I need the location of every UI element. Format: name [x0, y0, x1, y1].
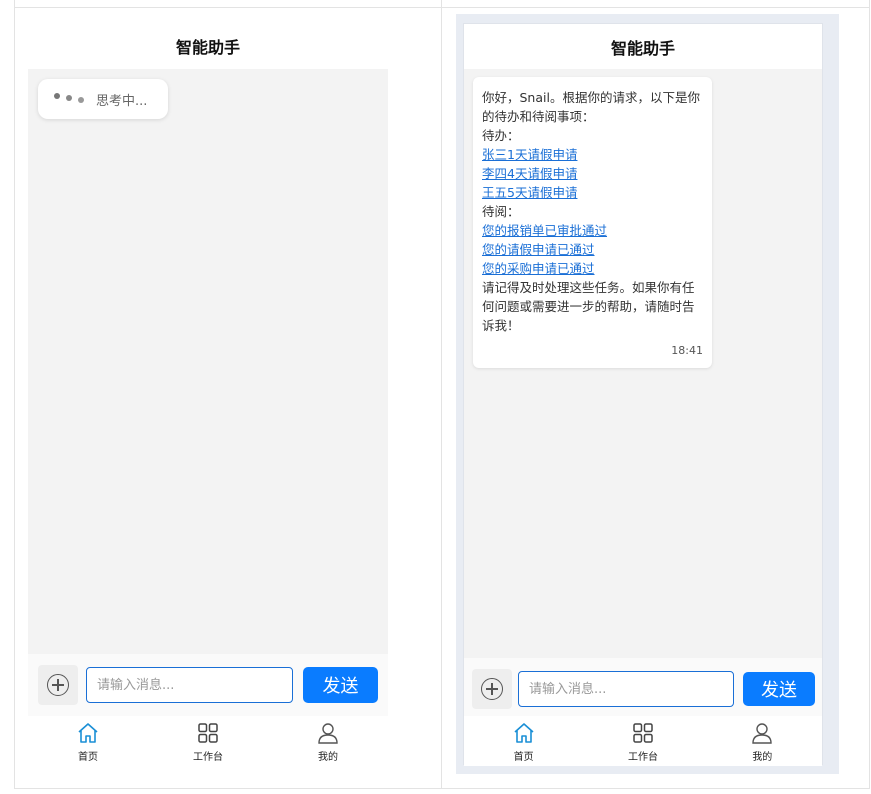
todo-link[interactable]: 李四4天请假申请 [482, 164, 703, 183]
grid-icon [633, 723, 653, 743]
tab-home[interactable]: 首页 [464, 716, 583, 766]
input-bar: 发送 [28, 654, 388, 716]
page-title: 智能助手 [175, 37, 240, 57]
add-button[interactable] [38, 665, 78, 705]
message-closing: 请记得及时处理这些任务。如果你有任何问题或需要进一步的帮助，请随时告诉我！ [482, 280, 695, 333]
tab-home-label: 首页 [78, 752, 98, 763]
send-button[interactable]: 发送 [743, 672, 815, 706]
chat-area: 你好，Snail。根据你的请求，以下是你的待办和待阅事项： 待办： 张三1天请假… [464, 69, 822, 658]
thinking-text: 思考中... [96, 93, 148, 109]
chat-area: 思考中... [28, 69, 388, 654]
page-title: 智能助手 [610, 38, 675, 58]
home-icon [78, 723, 98, 743]
message-input[interactable] [518, 671, 734, 707]
add-button[interactable] [472, 669, 512, 709]
tab-workbench[interactable]: 工作台 [583, 716, 702, 766]
tab-home[interactable]: 首页 [28, 716, 148, 766]
tab-mine-label: 我的 [752, 752, 773, 763]
toread-heading: 待阅： [482, 204, 520, 219]
tab-bar: 首页 工作台 我的 [28, 716, 388, 766]
toread-link[interactable]: 您的采购申请已通过 [482, 259, 703, 278]
plus-circle-icon [481, 678, 503, 700]
user-icon [752, 723, 773, 744]
assistant-message: 你好，Snail。根据你的请求，以下是你的待办和待阅事项： 待办： 张三1天请假… [473, 77, 712, 368]
tab-workbench-label: 工作台 [627, 752, 658, 763]
grid-icon [198, 723, 218, 743]
panel-divider [441, 0, 442, 789]
tab-mine-label: 我的 [318, 752, 338, 763]
user-icon [318, 723, 338, 744]
tab-home-label: 首页 [513, 752, 534, 763]
home-icon [514, 723, 534, 743]
todo-heading: 待办： [482, 128, 520, 143]
right-phone: 智能助手 你好，Snail。根据你的请求，以下是你的待办和待阅事项： 待办： 张… [463, 23, 823, 766]
typing-dots-icon [54, 93, 84, 103]
thinking-bubble: 思考中... [38, 79, 168, 119]
message-time: 18:41 [671, 344, 703, 357]
left-phone: 智能助手 思考中... 发送 首页 工作 [28, 22, 388, 766]
plus-circle-icon [47, 674, 69, 696]
todo-link[interactable]: 王五5天请假申请 [482, 183, 703, 202]
tab-workbench[interactable]: 工作台 [148, 716, 268, 766]
toread-link[interactable]: 您的请假申请已通过 [482, 240, 703, 259]
message-input[interactable] [86, 667, 293, 703]
send-button[interactable]: 发送 [303, 667, 378, 703]
todo-link[interactable]: 张三1天请假申请 [482, 145, 703, 164]
tab-mine[interactable]: 我的 [268, 716, 388, 766]
message-greeting: 你好，Snail。根据你的请求，以下是你的待办和待阅事项： [482, 90, 700, 124]
toread-link[interactable]: 您的报销单已审批通过 [482, 221, 703, 240]
input-bar: 发送 [464, 658, 822, 720]
tab-bar: 首页 工作台 我的 [464, 716, 822, 766]
tab-workbench-label: 工作台 [193, 752, 223, 763]
tab-mine[interactable]: 我的 [703, 716, 822, 766]
